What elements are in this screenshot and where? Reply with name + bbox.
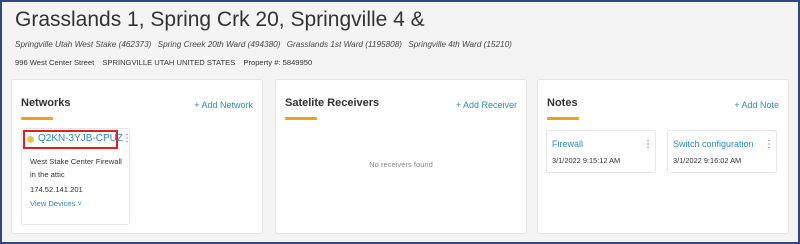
kebab-menu-icon[interactable]: ⋮ [122, 134, 132, 144]
ward-item: Springville Utah West Stake (462373) [15, 40, 152, 49]
page-title: Grasslands 1, Spring Crk 20, Springville… [15, 8, 425, 31]
add-network-button[interactable]: + Add Network [194, 100, 253, 110]
address-street: 996 West Center Street [15, 58, 95, 67]
note-item: Firewall ⋮ 3/1/2022 9:15:12 AM [546, 130, 656, 173]
property-number: Property #: 5849950 [243, 58, 313, 67]
app-frame: Grasslands 1, Spring Crk 20, Springville… [0, 0, 800, 244]
notes-card: Notes + Add Note Firewall ⋮ 3/1/2022 9:1… [537, 79, 789, 234]
kebab-menu-icon[interactable]: ⋮ [643, 140, 653, 150]
networks-card: Networks + Add Network Q2KN-3YJB-CPUZ ⋮ … [11, 79, 263, 234]
add-note-button[interactable]: + Add Note [734, 100, 779, 110]
view-devices-link[interactable]: View Devices ˅ [30, 199, 82, 208]
ward-item: Springville 4th Ward (15210) [408, 40, 512, 49]
address-line: 996 West Center Street SPRINGVILLE UTAH … [15, 58, 318, 67]
network-description: West Stake Center Firewall in the attic [30, 157, 122, 179]
note-date: 3/1/2022 9:16:02 AM [673, 156, 742, 165]
note-title-link[interactable]: Firewall [552, 139, 583, 149]
ward-item: Grasslands 1st Ward (1195808) [286, 40, 402, 49]
note-date: 3/1/2022 9:15:12 AM [552, 156, 621, 165]
note-title-link[interactable]: Switch configuration [673, 139, 754, 149]
receivers-title-underline [285, 117, 317, 120]
network-ip: 174.52.141.201 [30, 185, 83, 194]
status-dot-icon [27, 136, 34, 143]
networks-title-underline [21, 117, 53, 120]
ward-item: Spring Creek 20th Ward (494380) [157, 40, 281, 49]
notes-title-underline [547, 117, 579, 120]
receivers-card: Satelite Receivers + Add Receiver No rec… [275, 79, 527, 234]
note-item: Switch configuration ⋮ 3/1/2022 9:16:02 … [667, 130, 777, 173]
receivers-empty-message: No receivers found [369, 160, 433, 169]
notes-title: Notes [547, 97, 578, 109]
network-item: Q2KN-3YJB-CPUZ ⋮ West Stake Center Firew… [21, 128, 132, 225]
network-id-link[interactable]: Q2KN-3YJB-CPUZ [38, 133, 123, 144]
address-city: SPRINGVILLE UTAH UNITED STATES [102, 58, 236, 67]
kebab-menu-icon[interactable]: ⋮ [764, 140, 774, 150]
add-receiver-button[interactable]: + Add Receiver [456, 100, 517, 110]
ward-list: Springville Utah West Stake (462373) Spr… [15, 40, 516, 49]
receivers-title: Satelite Receivers [285, 97, 380, 109]
networks-title: Networks [21, 97, 71, 109]
